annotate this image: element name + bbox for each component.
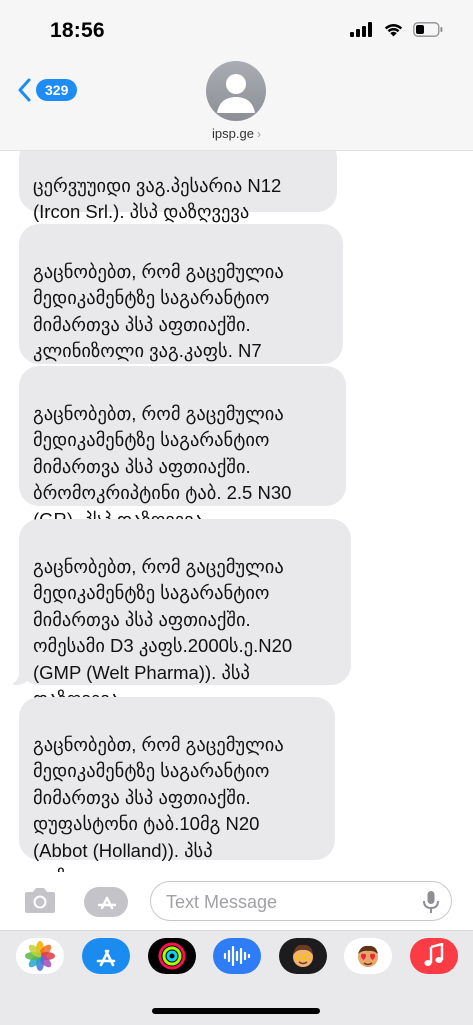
- audio-messages-app[interactable]: [213, 938, 261, 974]
- memoji-icon: [293, 944, 313, 967]
- fitness-app[interactable]: [148, 938, 196, 974]
- unread-count-badge: 329: [36, 79, 78, 101]
- battery-icon: [413, 22, 443, 37]
- cellular-signal-icon: [350, 22, 372, 37]
- message-bubble[interactable]: გაცნობებთ, რომ გაცემულია მედიკამენტზე სა…: [19, 366, 346, 530]
- compose-bar: Text Message: [0, 872, 473, 932]
- message-bubble[interactable]: გაცნობებთ, რომ გაცემულია მედიკამენტზე სა…: [5, 519, 351, 709]
- back-button[interactable]: 329: [18, 78, 78, 102]
- home-indicator[interactable]: [152, 1008, 320, 1014]
- app-store-icon: [96, 949, 116, 967]
- microphone-icon[interactable]: [422, 890, 440, 914]
- activity-rings-icon: [158, 942, 186, 970]
- chevron-left-icon: [18, 78, 31, 102]
- camera-icon[interactable]: [22, 887, 58, 915]
- message-list[interactable]: ცერვუუიდი ვაგ.პესარია N12 (Ircon Srl.). …: [0, 0, 473, 1024]
- contact-avatar[interactable]: [206, 61, 266, 121]
- message-bubble[interactable]: გაცნობებთ, რომ გაცემულია მედიკამენტზე სა…: [19, 224, 343, 388]
- message-bubble[interactable]: გაცნობებთ, რომ გაცემულია მედიკამენტზე სა…: [19, 697, 335, 887]
- waveform-icon: [223, 945, 251, 967]
- music-app[interactable]: [410, 938, 458, 974]
- message-input[interactable]: Text Message: [150, 881, 452, 921]
- memoji-heart-eyes-icon: [358, 945, 378, 967]
- app-store-button-icon[interactable]: [84, 887, 128, 917]
- bubble-tail: [5, 663, 31, 685]
- conversation-header: 18:56 329 ipsp.ge ›: [0, 0, 473, 151]
- memoji-app[interactable]: [279, 938, 327, 974]
- contact-name: ipsp.ge: [212, 126, 254, 141]
- contact-name-row[interactable]: ipsp.ge ›: [0, 126, 473, 141]
- photos-app[interactable]: [16, 938, 64, 974]
- photos-icon: [25, 941, 55, 971]
- message-text: გაცნობებთ, რომ გაცემულია მედიკამენტზე სა…: [33, 555, 293, 710]
- message-text: ცერვუუიდი ვაგ.პესარია N12 (Ircon Srl.). …: [33, 174, 282, 223]
- message-input-placeholder: Text Message: [166, 892, 278, 912]
- wifi-icon: [384, 24, 403, 37]
- message-text: გაცნობებთ, რომ გაცემულია მედიკამენტზე სა…: [33, 733, 284, 888]
- app-store-app[interactable]: [82, 938, 130, 974]
- status-time: 18:56: [50, 19, 105, 42]
- status-icons: [350, 22, 443, 37]
- person-icon: [217, 74, 255, 113]
- chevron-right-icon: ›: [256, 127, 261, 141]
- memoji-stickers-app[interactable]: [344, 938, 392, 974]
- message-text: გაცნობებთ, რომ გაცემულია მედიკამენტზე სა…: [33, 402, 292, 530]
- music-note-icon: [424, 943, 444, 966]
